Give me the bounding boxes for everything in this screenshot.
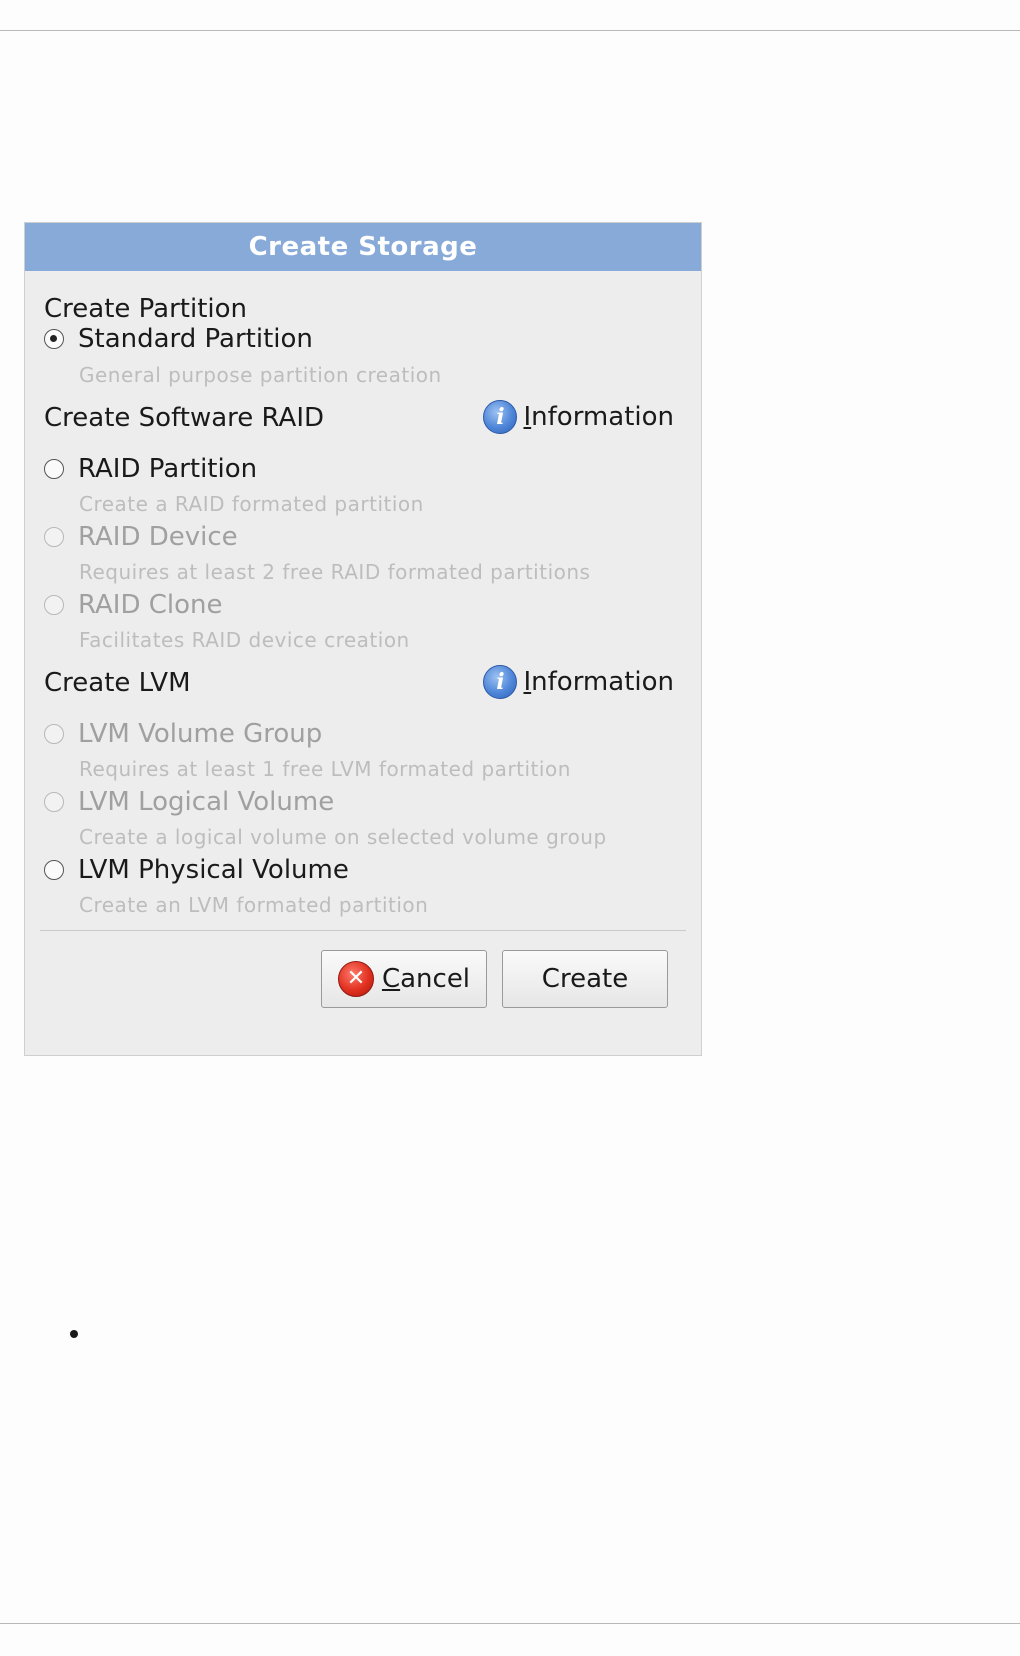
section-heading-create-partition: Create Partition bbox=[44, 294, 248, 324]
lvm-information-label: Information bbox=[523, 667, 674, 697]
radio-label-lvm-logical-volume: LVM Logical Volume bbox=[78, 787, 335, 817]
radio-label-raid-partition: RAID Partition bbox=[78, 454, 258, 484]
section-heading-create-lvm: Create LVM bbox=[44, 668, 191, 698]
create-storage-dialog: Create Storage Create Partition Standard… bbox=[24, 222, 702, 1056]
list-bullet bbox=[70, 1330, 78, 1338]
radio-option-raid-device[interactable]: RAID Device bbox=[44, 520, 238, 554]
description-raid-device: Requires at least 2 free RAID formated p… bbox=[79, 560, 591, 584]
section-heading-create-software-raid: Create Software RAID bbox=[44, 403, 325, 433]
radio-button-standard-partition[interactable] bbox=[44, 329, 64, 349]
description-raid-partition: Create a RAID formated partition bbox=[79, 492, 424, 516]
radio-button-raid-partition[interactable] bbox=[44, 459, 64, 479]
radio-label-raid-device: RAID Device bbox=[78, 522, 238, 552]
button-separator bbox=[40, 930, 686, 931]
radio-button-lvm-logical-volume[interactable] bbox=[44, 792, 64, 812]
description-raid-clone: Facilitates RAID device creation bbox=[79, 628, 410, 652]
bottom-rule bbox=[0, 1623, 1020, 1624]
info-icon: i bbox=[483, 400, 518, 434]
radio-button-lvm-volume-group[interactable] bbox=[44, 724, 64, 744]
radio-option-lvm-logical-volume[interactable]: LVM Logical Volume bbox=[44, 785, 334, 819]
lvm-information-button[interactable]: i Information bbox=[483, 665, 674, 699]
cancel-icon: ✕ bbox=[337, 961, 374, 997]
radio-option-standard-partition[interactable]: Standard Partition bbox=[44, 322, 313, 356]
cancel-button-label: Cancel bbox=[381, 964, 471, 994]
info-icon: i bbox=[483, 665, 518, 699]
radio-label-standard-partition: Standard Partition bbox=[78, 324, 313, 354]
description-lvm-logical-volume: Create a logical volume on selected volu… bbox=[79, 825, 607, 849]
cancel-button[interactable]: ✕ Cancel bbox=[321, 950, 487, 1008]
description-lvm-physical-volume: Create an LVM formated partition bbox=[79, 893, 429, 917]
create-button[interactable]: Create bbox=[502, 950, 668, 1008]
create-button-label: Create bbox=[541, 964, 629, 994]
radio-option-raid-partition[interactable]: RAID Partition bbox=[44, 452, 257, 486]
top-rule bbox=[0, 30, 1020, 31]
radio-option-lvm-physical-volume[interactable]: LVM Physical Volume bbox=[44, 853, 349, 887]
radio-button-lvm-physical-volume[interactable] bbox=[44, 860, 64, 880]
radio-option-lvm-volume-group[interactable]: LVM Volume Group bbox=[44, 717, 322, 751]
description-lvm-volume-group: Requires at least 1 free LVM formated pa… bbox=[79, 757, 571, 781]
raid-information-label: Information bbox=[523, 402, 674, 432]
raid-information-button[interactable]: i Information bbox=[483, 400, 674, 434]
radio-button-raid-device[interactable] bbox=[44, 527, 64, 547]
radio-label-lvm-physical-volume: LVM Physical Volume bbox=[78, 855, 349, 885]
radio-label-raid-clone: RAID Clone bbox=[78, 590, 223, 620]
radio-label-lvm-volume-group: LVM Volume Group bbox=[78, 719, 323, 749]
radio-button-raid-clone[interactable] bbox=[44, 595, 64, 615]
dialog-title: Create Storage bbox=[25, 223, 701, 271]
description-standard-partition: General purpose partition creation bbox=[79, 363, 442, 387]
radio-option-raid-clone[interactable]: RAID Clone bbox=[44, 588, 223, 622]
